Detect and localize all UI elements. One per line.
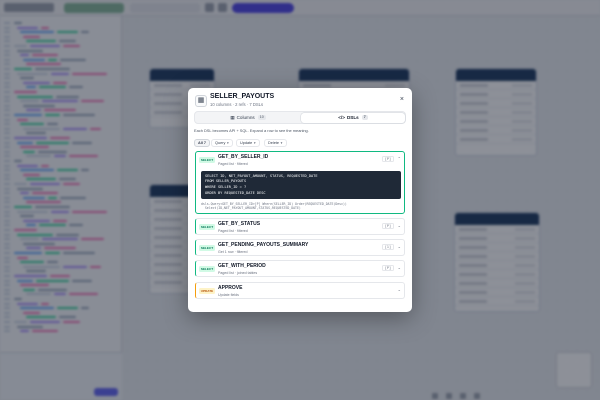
dsl-meta: Get 1 row · filtered xyxy=(218,249,248,254)
dsl-list: SELECT GET_BY_SELLER_ID Paged list · fil… xyxy=(188,151,412,312)
chevron-down-icon: ▼ xyxy=(253,141,257,145)
chevron-down-icon[interactable]: ⌄ xyxy=(397,244,401,249)
sql-preview: SELECT ID, NET_PAYOUT_AMOUNT, STATUS, RE… xyxy=(201,171,401,199)
filter-query[interactable]: Query▼ xyxy=(211,139,234,147)
filter-label: Delete xyxy=(268,141,279,145)
dsl-params-badge: [P] xyxy=(381,156,394,162)
dsl-card-get-by-status[interactable]: SELECT GET_BY_STATUS Paged list · filter… xyxy=(195,218,405,235)
dsl-card-get-with-period[interactable]: SELECT GET_WITH_PERIOD Paged list · join… xyxy=(195,260,405,277)
dsl-meta: Update fields xyxy=(218,292,239,297)
dsl-meta: Paged list · filtered xyxy=(218,228,248,233)
tab-count: 7 xyxy=(361,115,368,120)
modal-tabs: ▦ Columns 10 </> DSLs 7 xyxy=(194,111,406,124)
dsl-expression: dsls.Query<GET_BY_SELLER_ID>[P] Where(SE… xyxy=(201,202,401,210)
dsl-meta: Paged list · joined tables xyxy=(218,270,258,275)
dsl-kind-badge: SELECT xyxy=(199,245,215,251)
columns-icon: ▦ xyxy=(230,115,235,120)
filter-label: All 7 xyxy=(198,141,207,145)
sql-line: ORDER BY REQUESTED_DATE DESC xyxy=(205,190,266,195)
filter-label: Update xyxy=(240,141,253,145)
tab-columns[interactable]: ▦ Columns 10 xyxy=(196,113,300,123)
table-detail-modal: ▦ SELLER_PAYOUTS 10 columns · 2 refs · 7… xyxy=(188,88,412,312)
chevron-down-icon: ▼ xyxy=(226,141,230,145)
code-icon: </> xyxy=(338,115,345,120)
dsl-name: GET_WITH_PERIOD xyxy=(218,263,266,269)
dsl-card-get-by-seller-id[interactable]: SELECT GET_BY_SELLER_ID Paged list · fil… xyxy=(195,151,405,214)
tab-dsls[interactable]: </> DSLs 7 xyxy=(301,113,405,123)
dsl-description: Each DSL becomes API + SQL. Expand a row… xyxy=(194,128,309,133)
filter-update[interactable]: Update▼ xyxy=(236,139,261,147)
dsl-kind-badge: SELECT xyxy=(199,157,215,163)
dsl-line: Select(ID,NET_PAYOUT_AMOUNT,STATUS,REQUE… xyxy=(201,205,301,210)
tab-label: Columns xyxy=(236,115,255,120)
chevron-down-icon[interactable]: ⌄ xyxy=(397,265,401,270)
dsl-card-get-pending-payouts-summary[interactable]: SELECT GET_PENDING_PAYOUTS_SUMMARY Get 1… xyxy=(195,239,405,256)
dsl-kind-badge: SELECT xyxy=(199,224,215,230)
modal-title: SELLER_PAYOUTS xyxy=(210,93,275,100)
dsl-kind-badge: SELECT xyxy=(199,266,215,272)
tab-count: 10 xyxy=(257,115,266,120)
dsl-name: GET_BY_STATUS xyxy=(218,221,261,227)
chevron-up-icon[interactable]: ⌃ xyxy=(397,156,401,161)
dsl-meta: Paged list · filtered xyxy=(218,161,248,166)
dsl-name: GET_BY_SELLER_ID xyxy=(218,154,269,160)
dsl-name: GET_PENDING_PAYOUTS_SUMMARY xyxy=(218,242,309,248)
dsl-card-approve[interactable]: UPDATE APPROVE Update fields ⌄ xyxy=(195,282,405,299)
dsl-params-badge: [P] xyxy=(381,223,394,229)
filter-delete[interactable]: Delete▼ xyxy=(264,139,287,147)
chevron-down-icon[interactable]: ⌄ xyxy=(397,223,401,228)
chevron-down-icon: ▼ xyxy=(279,141,283,145)
dsl-params-badge: [P] xyxy=(381,265,394,271)
dsl-name: APPROVE xyxy=(218,285,243,291)
table-icon: ▦ xyxy=(195,95,207,107)
close-icon[interactable]: × xyxy=(400,96,404,103)
dsl-params-badge: [1] xyxy=(381,244,394,250)
dsl-kind-badge: UPDATE xyxy=(199,288,215,294)
filter-label: Query xyxy=(215,141,226,145)
chevron-down-icon[interactable]: ⌄ xyxy=(397,287,401,292)
filter-all[interactable]: All 7 xyxy=(194,139,211,147)
tab-label: DSLs xyxy=(346,115,359,120)
modal-subtitle: 10 columns · 2 refs · 7 DSLs xyxy=(210,102,264,107)
